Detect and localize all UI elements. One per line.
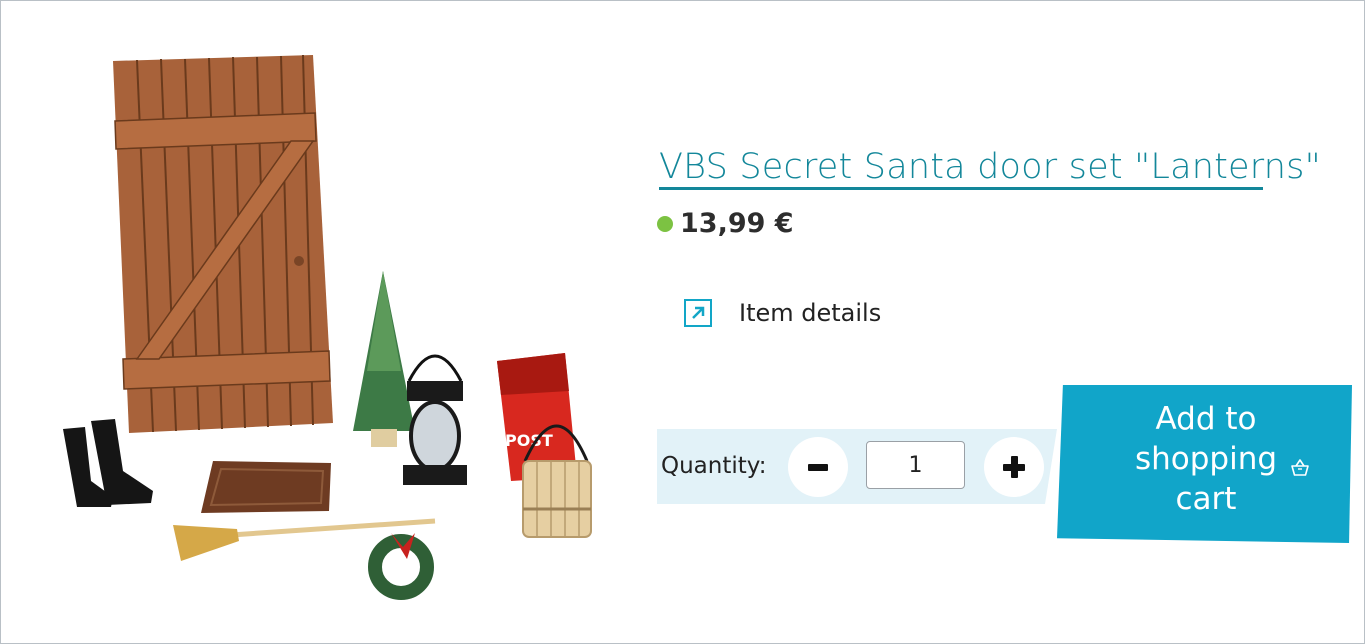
item-details-label: Item details [739,299,882,327]
wooden-door [113,54,333,433]
price-row: 13,99 € [657,203,794,243]
product-price: 13,99 € [680,207,794,239]
wreath [368,533,434,600]
basket-icon [1291,459,1309,476]
svg-text:POST: POST [505,431,553,450]
decrease-quantity-button[interactable] [788,437,848,497]
availability-dot [657,216,673,232]
external-link-icon [684,299,712,327]
minus-icon [808,463,828,471]
product-illustration: POST [63,54,592,600]
add-to-cart-label: Add to shopping cart [1134,401,1278,517]
title-underline [659,187,1263,190]
increase-quantity-button[interactable] [984,437,1044,497]
lantern [403,354,467,485]
plus-icon [1003,456,1025,478]
item-details-link[interactable]: Item details [684,293,881,333]
product-title-link[interactable]: VBS Secret Santa door set "Lanterns" [659,145,1321,189]
christmas-tree [353,271,415,447]
quantity-label: Quantity: [661,453,767,479]
product-card: POST VBS Secret Santa door set "Lanterns… [0,0,1365,644]
product-image[interactable]: POST [41,41,601,611]
quantity-input[interactable] [866,441,965,489]
